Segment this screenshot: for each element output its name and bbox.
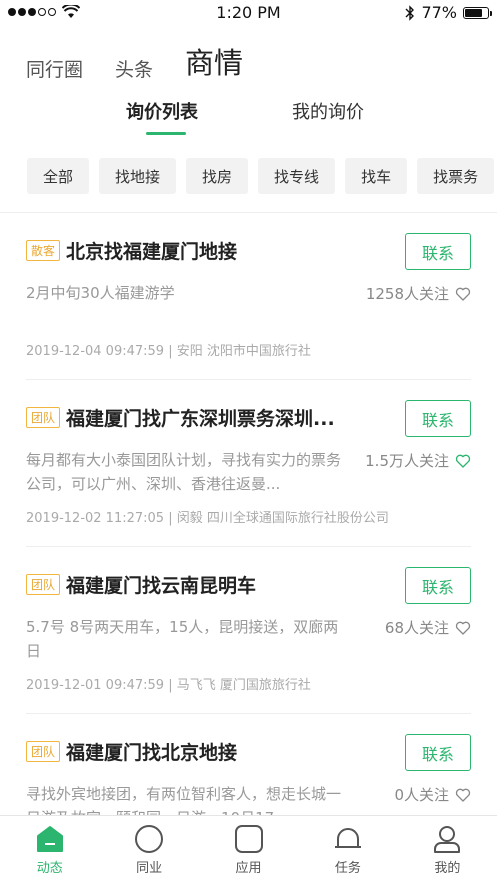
bluetooth-icon [405,4,415,21]
item-meta: 2019-12-01 09:47:59 | 马飞飞 厦门国旅旅行社 [26,678,311,693]
square-icon [234,825,263,853]
status-bar: 1:20 PM 77% [0,0,497,26]
filter-local-guide[interactable]: 找地接 [99,158,177,194]
list-item[interactable]: 团队 福建厦门找云南昆明车 联系 5.7号 8号两天用车，15人，昆明接送，双廊… [26,547,471,714]
filter-bar: 全部 找地接 找房 找专线 找车 找票务 [27,158,495,194]
nav-tasks[interactable]: 任务 [298,816,397,883]
list-item[interactable]: 团队 福建厦门找广东深圳票务深圳... 联系 每月都有大小泰国团队计划，寻找有实… [26,380,471,547]
battery-icon [463,6,492,19]
bell-icon [334,828,361,848]
top-tab-circle[interactable]: 同行圈 [26,55,83,82]
nav-dynamics[interactable]: 动态 [0,816,99,883]
nav-label: 我的 [434,861,461,876]
item-title-row: 散客 北京找福建厦门地接 [26,237,366,264]
follow-count: 1258人关注 [365,285,449,303]
item-description: 每月都有大小泰国团队计划，寻找有实力的票务公司，可以广州、深圳、香港往返曼... [26,451,342,493]
nav-label: 动态 [36,861,63,876]
heart-icon[interactable] [455,620,471,636]
bottom-nav: 动态 同业 应用 任务 我的 [0,815,497,883]
sub-tab-inquiry-list[interactable]: 询价列表 [126,98,198,124]
item-title-row: 团队 福建厦门找云南昆明车 [26,571,366,598]
follow-count: 1.5万人关注 [365,452,449,470]
item-follow: 68人关注 [385,617,471,638]
sub-tab-my-inquiry[interactable]: 我的询价 [292,98,364,124]
heart-icon[interactable] [455,286,471,302]
follow-count: 0人关注 [394,786,449,804]
item-tag: 团队 [26,741,61,762]
sub-tab-indicator [146,132,186,135]
list-item[interactable]: 散客 北京找福建厦门地接 联系 2月中旬30人福建游学 1258人关注 2019… [26,213,471,380]
nav-label: 同业 [136,861,163,876]
nav-label: 任务 [334,861,361,876]
item-follow: 0人关注 [394,784,471,805]
item-tag: 团队 [26,407,61,428]
item-title-row: 团队 福建厦门找北京地接 [26,738,366,765]
home-icon [36,826,63,852]
filter-all[interactable]: 全部 [27,158,90,194]
top-tab-business[interactable]: 商情 [185,40,243,82]
nav-apps[interactable]: 应用 [199,816,298,883]
nav-peers[interactable]: 同业 [99,816,198,883]
item-title-row: 团队 福建厦门找广东深圳票务深圳... [26,404,366,431]
heart-icon[interactable] [455,453,471,469]
item-tag: 团队 [26,574,61,595]
status-right: 77% [405,3,492,22]
contact-button[interactable]: 联系 [405,567,471,604]
item-title: 福建厦门找云南昆明车 [66,575,257,597]
filter-car[interactable]: 找车 [345,158,408,194]
user-icon [434,826,461,853]
contact-button[interactable]: 联系 [405,734,471,771]
contact-button[interactable]: 联系 [405,400,471,437]
item-description: 2月中旬30人福建游学 [26,284,175,302]
item-tag: 散客 [26,240,61,261]
item-meta: 2019-12-02 11:27:05 | 闵毅 四川全球通国际旅行社股份公司 [26,511,389,526]
filter-ticket[interactable]: 找票务 [417,158,495,194]
top-tabs: 同行圈 头条 商情 [26,40,243,82]
heart-icon[interactable] [455,787,471,803]
filter-hotel[interactable]: 找房 [186,158,249,194]
circle-icon [135,825,164,853]
nav-mine[interactable]: 我的 [398,816,497,883]
item-follow: 1258人关注 [366,283,471,304]
item-description: 5.7号 8号两天用车，15人，昆明接送，双廊两日 [26,618,339,660]
item-title: 北京找福建厦门地接 [66,241,238,263]
nav-label: 应用 [235,861,262,876]
battery-percent: 77% [421,3,457,22]
item-follow: 1.5万人关注 [365,450,471,471]
item-title: 福建厦门找广东深圳票务深圳... [66,408,335,430]
item-meta: 2019-12-04 09:47:59 | 安阳 沈阳市中国旅行社 [26,344,311,359]
sub-tabs: 询价列表 我的询价 [0,98,497,138]
filter-route[interactable]: 找专线 [258,158,336,194]
item-title: 福建厦门找北京地接 [66,742,238,764]
follow-count: 68人关注 [384,619,449,637]
top-tab-headlines[interactable]: 头条 [115,55,153,82]
contact-button[interactable]: 联系 [405,233,471,270]
inquiry-list: 散客 北京找福建厦门地接 联系 2月中旬30人福建游学 1258人关注 2019… [0,213,497,881]
